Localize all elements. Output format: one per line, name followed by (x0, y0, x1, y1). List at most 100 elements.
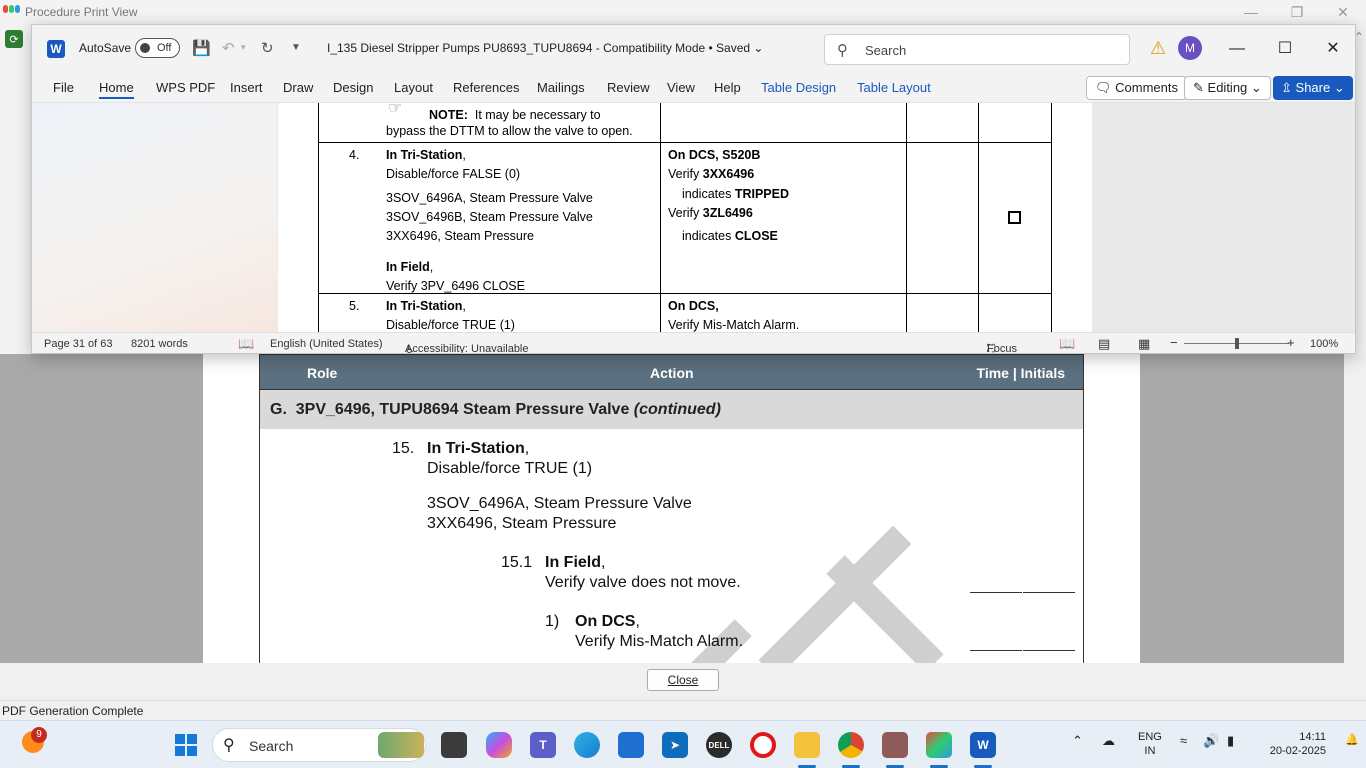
document-title[interactable]: I_135 Diesel Stripper Pumps PU8693_TUPU8… (327, 41, 763, 55)
autosave-toggle[interactable]: Off (135, 38, 180, 58)
dcs-indicates: indicates CLOSE (682, 229, 778, 243)
tab-layout[interactable]: Layout (394, 80, 433, 95)
save-icon[interactable]: 💾 (192, 39, 211, 57)
row-item: 3XX6496, Steam Pressure (386, 229, 534, 243)
time-signature-line (970, 592, 1022, 593)
table-border (318, 142, 1052, 143)
file-explorer-icon[interactable] (441, 732, 467, 758)
tab-wps-pdf[interactable]: WPS PDF (156, 80, 215, 95)
tab-draw[interactable]: Draw (283, 80, 313, 95)
dcs-header: On DCS, (668, 299, 719, 313)
minimize-button[interactable]: — (1214, 35, 1260, 63)
dcs-header: On DCS, S520B (668, 148, 761, 162)
clock[interactable]: 14:11 20-02-2025 (1256, 730, 1326, 758)
action-header: Action (650, 365, 694, 381)
input-language[interactable]: ENG IN (1138, 730, 1162, 758)
tab-table-design[interactable]: Table Design (761, 80, 836, 95)
document-page[interactable]: ☞ NOTE: It may be necessary to bypass th… (278, 103, 1092, 332)
read-mode-icon[interactable]: 📖 (1059, 336, 1075, 352)
table-border (1051, 103, 1052, 332)
avatar[interactable]: M (1178, 36, 1202, 60)
word-count[interactable]: 8201 words (131, 338, 188, 350)
maximize-button[interactable]: ❐ (1274, 0, 1320, 24)
tab-review[interactable]: Review (607, 80, 650, 95)
tab-view[interactable]: View (667, 80, 695, 95)
word-titlebar: W AutoSave Off 💾 ↶ ▾ ↻ ▼ I_135 Diesel St… (32, 25, 1355, 73)
copilot-icon[interactable] (486, 732, 512, 758)
tab-insert[interactable]: Insert (230, 80, 263, 95)
dell-icon[interactable]: DELL (706, 732, 732, 758)
sync-app-icon[interactable] (926, 732, 952, 758)
folder-icon[interactable] (794, 732, 820, 758)
close-window-button[interactable]: ✕ (1310, 35, 1355, 63)
left-margin-area (32, 103, 277, 332)
opera-icon[interactable] (750, 732, 776, 758)
watermark-stroke (758, 525, 912, 663)
page-count[interactable]: Page 31 of 63 (44, 338, 113, 350)
maximize-button[interactable]: ☐ (1262, 35, 1308, 63)
row-number: 4. (349, 148, 360, 162)
zoom-level[interactable]: 100% (1310, 338, 1338, 350)
zoom-slider-thumb[interactable] (1234, 338, 1239, 349)
power-automate-icon[interactable]: ➤ (662, 732, 688, 758)
store-icon[interactable] (618, 732, 644, 758)
tab-home[interactable]: Home (99, 80, 134, 99)
tab-design[interactable]: Design (333, 80, 373, 95)
document-canvas: ☞ NOTE: It may be necessary to bypass th… (32, 103, 1355, 332)
editing-mode-button[interactable]: ✎ Editing ⌄ (1184, 76, 1271, 100)
subsubstep-number: 1) (545, 613, 560, 630)
row-location: In Tri-Station, (386, 299, 466, 313)
row-location: In Tri-Station, (386, 148, 466, 162)
customize-qat-icon[interactable]: ▼ (291, 42, 301, 53)
row-field-location: In Field, (386, 260, 434, 274)
language[interactable]: English (United States) (270, 338, 383, 350)
taskbar: 9 ⚲ Search T ➤ DELL W ⌃ ☁ ENG IN ≈ 🔊 ▮ 14… (0, 720, 1366, 768)
tab-references[interactable]: References (453, 80, 519, 95)
tab-mailings[interactable]: Mailings (537, 80, 585, 95)
share-button[interactable]: ⇫ Share ⌄ (1273, 76, 1353, 100)
autosave-state: Off (157, 42, 172, 54)
ribbon-tabs: File Home WPS PDF Insert Draw Design Lay… (32, 73, 1355, 103)
minimize-button[interactable]: — (1228, 0, 1274, 24)
undo-dropdown-icon[interactable]: ▾ (241, 42, 246, 53)
print-layout-icon[interactable]: ▤ (1098, 336, 1110, 352)
dcs-verify: Verify 3XX6496 (668, 167, 755, 181)
web-layout-icon[interactable]: ▦ (1138, 336, 1150, 352)
step-number: 15. (392, 440, 415, 457)
close-button[interactable]: Close (647, 669, 719, 691)
volume-icon[interactable]: 🔊 (1203, 733, 1219, 749)
chrome-icon[interactable] (838, 732, 864, 758)
edge-icon[interactable] (574, 732, 600, 758)
proofing-icon[interactable]: 📖 (238, 336, 254, 352)
close-window-button[interactable]: ✕ (1320, 0, 1366, 24)
tab-help[interactable]: Help (714, 80, 741, 95)
step-location: In Tri-Station, (427, 440, 530, 457)
wifi-icon[interactable]: ≈ (1180, 733, 1187, 748)
warning-icon[interactable]: ⚠ (1150, 38, 1166, 59)
viewer-scrollbar[interactable] (1344, 354, 1366, 663)
tab-file[interactable]: File (53, 80, 74, 95)
search-input[interactable]: ⚲ Search (824, 34, 1130, 65)
teams-icon[interactable]: T (530, 732, 556, 758)
zoom-out-icon[interactable]: − (1170, 335, 1178, 350)
step-action: Disable/force TRUE (1) (427, 460, 593, 477)
notifications-icon[interactable]: 🔔 (1345, 733, 1359, 746)
table-border (660, 103, 661, 332)
cloud-sync-icon[interactable]: ☁ (1102, 733, 1115, 749)
section-title: G. 3PV_6496, TUPU8694 Steam Pressure Val… (259, 389, 1084, 430)
widgets-icon[interactable] (378, 732, 424, 758)
undo-icon[interactable]: ↶ (222, 39, 235, 57)
battery-icon[interactable]: ▮ (1227, 733, 1234, 749)
refresh-icon[interactable]: ⟳ (5, 30, 23, 48)
comments-button[interactable]: 🗨 Comments (1086, 76, 1187, 100)
start-button[interactable] (175, 734, 197, 756)
dcs-verify: Verify 3ZL6496 (668, 206, 753, 220)
table-border (318, 103, 319, 332)
show-hidden-icons-icon[interactable]: ⌃ (1072, 733, 1083, 749)
tab-table-layout[interactable]: Table Layout (857, 80, 931, 95)
photo-app-icon[interactable] (882, 732, 908, 758)
redo-icon[interactable]: ↻ (261, 39, 274, 57)
word-icon[interactable]: W (970, 732, 996, 758)
checkbox[interactable] (1008, 211, 1021, 224)
zoom-in-icon[interactable]: + (1287, 335, 1295, 350)
